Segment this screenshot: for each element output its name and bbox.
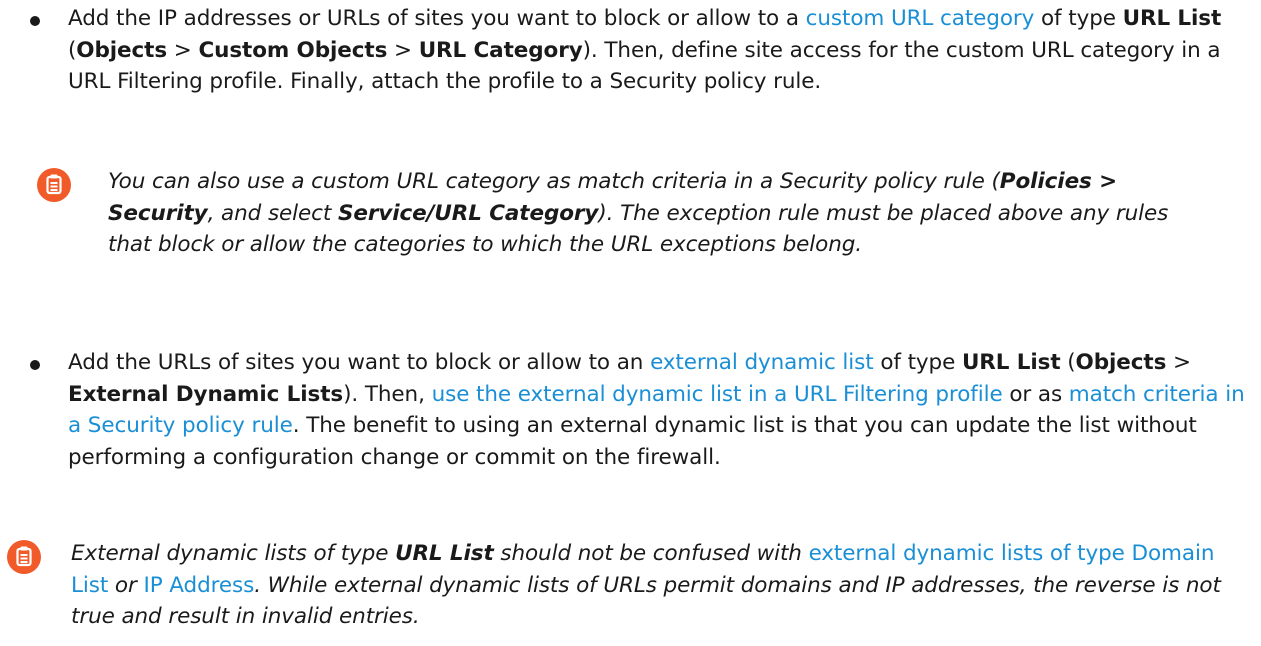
note-text: External dynamic lists of type URL List … [71,538,1222,633]
link-custom-url-category[interactable]: custom URL category [806,6,1035,31]
bold-text: External Dynamic Lists [68,381,344,407]
text-span: or [108,572,144,598]
text-span: > [387,37,419,63]
bold-text: URL Category [418,37,583,63]
bold-text: Custom Objects [198,37,388,63]
bold-text: Service/URL Category [337,200,599,226]
bullet-dot [30,360,40,370]
bold-text: URL List [1122,6,1222,31]
text-span: External dynamic lists of type [71,541,396,566]
note-block-edl-types: External dynamic lists of type URL List … [7,538,1222,633]
bold-text: Objects [1075,350,1167,375]
link-use-edl-in-url-filtering-profile[interactable]: use the external dynamic list in a URL F… [432,382,1003,407]
text-span: or as [1002,381,1069,407]
bullet-item-external-dynamic-list: Add the URLs of sites you want to block … [30,347,1245,473]
bullet-text: Add the IP addresses or URLs of sites yo… [68,3,1245,98]
text-span: > [1166,350,1191,375]
bold-text: URL List [395,541,494,566]
text-span: You can also use a custom URL category a… [108,169,1000,194]
text-span: ( [1060,350,1076,375]
text-span: > [167,37,199,63]
bullet-text: Add the URLs of sites you want to block … [68,347,1245,473]
text-span: Add the URLs of sites you want to block … [68,350,651,375]
note-icon [7,540,41,574]
text-span: should not be confused with [493,541,809,566]
bold-text: URL List [961,350,1061,375]
text-span: Add the IP addresses or URLs of sites yo… [68,6,806,31]
link-ip-address[interactable]: IP Address [143,573,254,598]
link-external-dynamic-list[interactable]: external dynamic list [650,350,874,375]
bullet-dot [30,16,40,26]
note-block-custom-category: You can also use a custom URL category a… [37,166,1217,261]
text-span: of type [1034,6,1123,31]
text-span: ). Then, [343,381,432,407]
bullet-item-custom-url-category: Add the IP addresses or URLs of sites yo… [30,3,1245,98]
note-text: You can also use a custom URL category a… [108,166,1217,261]
text-span: , and select [207,200,338,226]
bold-text: Objects [76,37,168,63]
text-span: of type [873,350,962,375]
note-icon [37,168,71,202]
